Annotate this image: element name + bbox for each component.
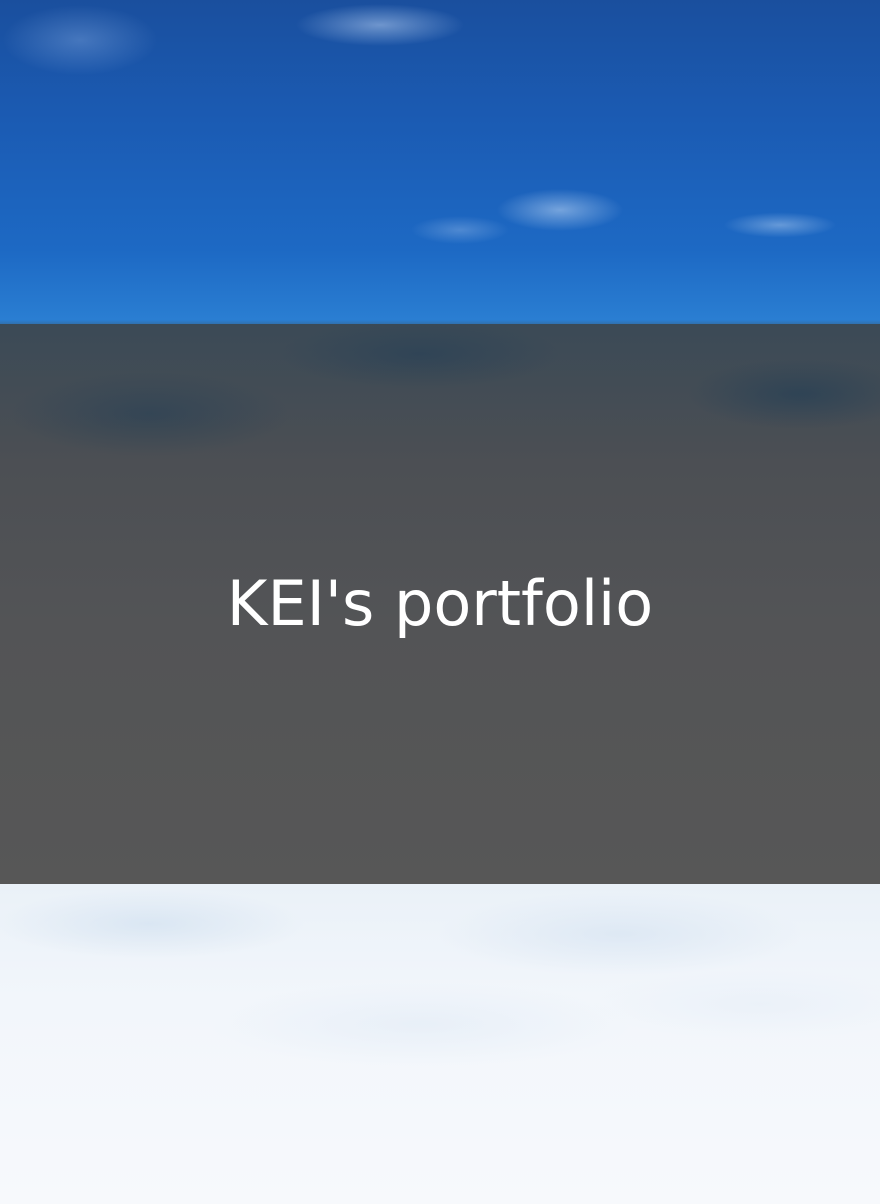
hero-overlay-panel: KEI's portfolio xyxy=(0,324,880,884)
site-title: KEI's portfolio xyxy=(226,567,654,640)
